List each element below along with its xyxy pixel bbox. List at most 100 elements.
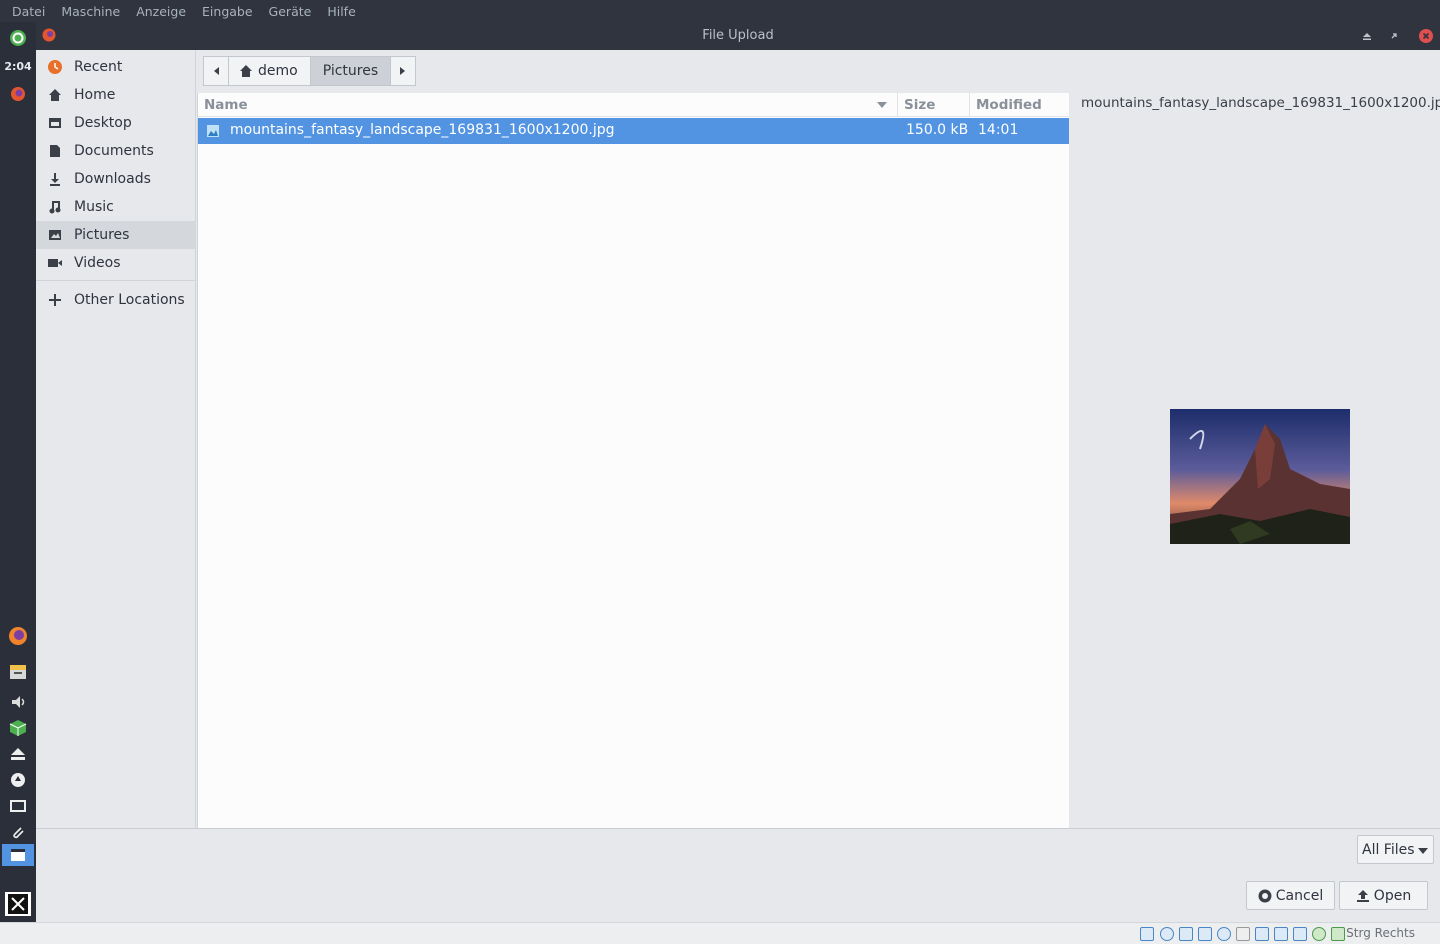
path-button-home[interactable]: demo	[228, 56, 311, 86]
virtualization-icon[interactable]	[1293, 927, 1307, 941]
guest-additions-icon[interactable]	[1312, 927, 1326, 941]
documents-icon	[36, 144, 74, 158]
recent-icon	[36, 59, 74, 75]
clip-icon[interactable]	[8, 822, 28, 842]
sidebar-item-videos[interactable]: Videos	[36, 249, 195, 277]
menu-logo-icon[interactable]	[5, 892, 31, 916]
cancel-icon	[1258, 889, 1272, 902]
path-home-label: demo	[258, 63, 298, 79]
sidebar-item-other-locations[interactable]: Other Locations	[36, 286, 195, 314]
cancel-button[interactable]: Cancel	[1246, 881, 1335, 910]
videos-icon	[36, 256, 74, 270]
sidebar-item-home[interactable]: Home	[36, 81, 195, 109]
sidebar-separator	[36, 280, 195, 281]
file-manager-icon[interactable]	[8, 662, 28, 682]
window-title: File Upload	[702, 28, 774, 43]
desktop-icon	[36, 116, 74, 130]
file-type-filter-label: All Files	[1362, 841, 1415, 858]
plus-icon	[36, 293, 74, 307]
upload-icon	[1356, 889, 1369, 902]
hard-disk-icon[interactable]	[1140, 927, 1154, 941]
display-icon[interactable]	[8, 796, 28, 816]
sidebar-item-music[interactable]: Music	[36, 193, 195, 221]
path-forward-button[interactable]	[390, 56, 417, 86]
pictures-icon	[36, 228, 74, 242]
window-titlebar[interactable]: File Upload	[36, 22, 1440, 50]
eject-icon[interactable]	[8, 744, 28, 764]
image-file-icon	[207, 125, 219, 137]
audio-icon[interactable]	[1179, 927, 1193, 941]
file-list-header: Name Size Modified	[198, 93, 1070, 117]
desktop-panel: 2:04	[0, 22, 36, 922]
places-sidebar: Recent Home Desktop Documents Downloads …	[36, 50, 196, 828]
update-icon[interactable]	[8, 28, 28, 48]
sidebar-item-label: Downloads	[74, 171, 151, 187]
sidebar-item-recent[interactable]: Recent	[36, 53, 195, 81]
file-list[interactable]: Name Size Modified mountains_fantasy_lan…	[197, 93, 1070, 828]
volume-icon[interactable]	[8, 692, 28, 712]
chevron-down-icon	[1418, 848, 1428, 854]
preview-pane: mountains_fantasy_landscape_169831_1600x…	[1069, 93, 1440, 828]
recording-icon[interactable]	[1274, 927, 1288, 941]
menu-datei[interactable]: Datei	[4, 4, 53, 19]
shared-folders-icon[interactable]	[1236, 927, 1250, 941]
usb-icon[interactable]	[1217, 927, 1231, 941]
path-back-button[interactable]	[203, 56, 229, 86]
file-size: 150.0 kB	[906, 122, 969, 138]
sidebar-item-downloads[interactable]: Downloads	[36, 165, 195, 193]
shade-icon[interactable]	[1360, 29, 1374, 43]
file-type-filter[interactable]: All Files	[1357, 835, 1434, 864]
chevron-left-icon	[214, 67, 219, 75]
optical-drive-icon[interactable]	[1160, 927, 1174, 941]
downloads-icon	[36, 172, 74, 186]
host-key-label: Strg Rechts	[1346, 926, 1415, 940]
sidebar-item-label: Other Locations	[74, 292, 185, 308]
network-icon[interactable]	[8, 770, 28, 790]
file-modified: 14:01	[978, 122, 1019, 138]
chevron-right-icon	[400, 67, 406, 75]
mouse-integration-icon[interactable]	[1331, 927, 1345, 941]
menu-hilfe[interactable]: Hilfe	[319, 4, 363, 19]
file-upload-dialog: Recent Home Desktop Documents Downloads …	[36, 50, 1440, 922]
column-header-size[interactable]: Size	[898, 93, 970, 117]
home-icon	[240, 65, 252, 77]
column-name-label: Name	[204, 97, 248, 113]
sidebar-item-label: Videos	[74, 255, 121, 271]
panel-clock[interactable]: 2:04	[0, 60, 36, 73]
close-icon[interactable]	[1419, 29, 1433, 43]
path-bar: demo Pictures	[203, 56, 417, 86]
cancel-label: Cancel	[1275, 887, 1324, 904]
home-icon	[36, 88, 74, 102]
path-button-current[interactable]: Pictures	[309, 56, 392, 86]
network-adapter-icon[interactable]	[1198, 927, 1212, 941]
firefox-launcher-icon[interactable]	[8, 626, 28, 646]
sidebar-item-label: Music	[74, 199, 114, 215]
open-button[interactable]: Open	[1339, 881, 1428, 910]
menu-anzeige[interactable]: Anzeige	[128, 4, 194, 19]
sidebar-item-label: Desktop	[74, 115, 132, 131]
open-label: Open	[1373, 887, 1412, 904]
path-current-label: Pictures	[322, 63, 379, 79]
menu-geraete[interactable]: Geräte	[261, 4, 320, 19]
menubar: Datei Maschine Anzeige Eingabe Geräte Hi…	[0, 0, 1440, 22]
file-row[interactable]: mountains_fantasy_landscape_169831_1600x…	[198, 118, 1070, 144]
sidebar-item-desktop[interactable]: Desktop	[36, 109, 195, 137]
menu-maschine[interactable]: Maschine	[53, 4, 128, 19]
restore-icon[interactable]	[1387, 29, 1401, 43]
vm-status-bar: Strg Rechts	[0, 922, 1440, 944]
preview-filename: mountains_fantasy_landscape_169831_1600x…	[1081, 95, 1440, 111]
sidebar-item-documents[interactable]: Documents	[36, 137, 195, 165]
firefox-task-icon[interactable]	[8, 84, 28, 104]
column-header-modified[interactable]: Modified	[970, 93, 1070, 117]
column-header-name[interactable]: Name	[198, 93, 898, 117]
dialog-action-area: All Files Cancel Open	[36, 828, 1440, 922]
sidebar-item-label: Pictures	[74, 227, 130, 243]
window-list-icon[interactable]	[2, 844, 34, 866]
sidebar-item-label: Documents	[74, 143, 154, 159]
display-status-icon[interactable]	[1255, 927, 1269, 941]
preview-thumbnail	[1170, 409, 1350, 544]
sort-down-icon	[877, 102, 887, 108]
package-icon[interactable]	[8, 718, 28, 738]
sidebar-item-pictures[interactable]: Pictures	[36, 221, 195, 249]
menu-eingabe[interactable]: Eingabe	[194, 4, 261, 19]
